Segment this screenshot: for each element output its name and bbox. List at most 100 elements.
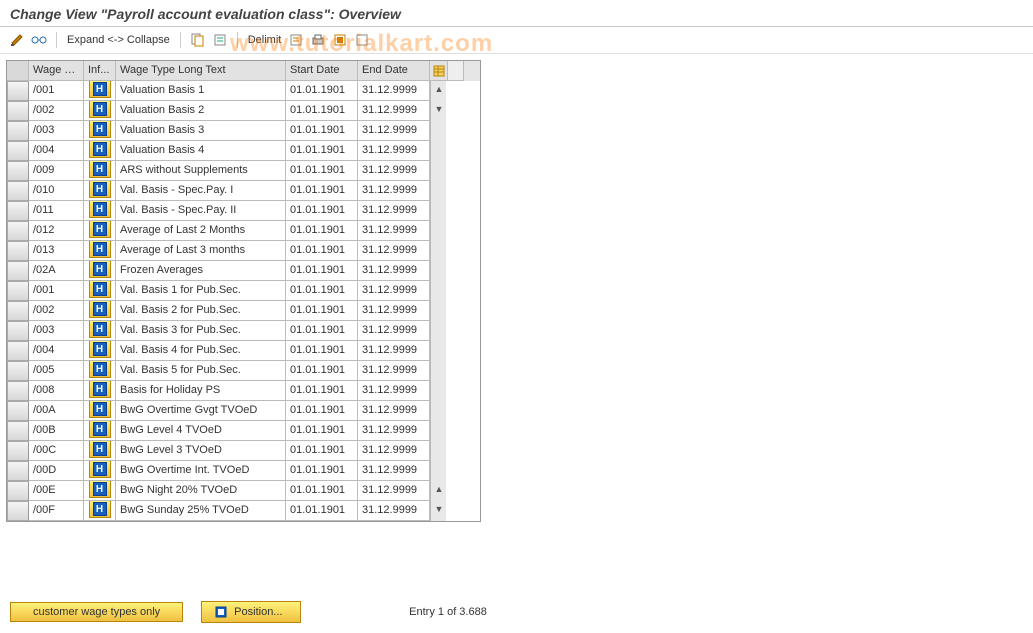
cell-wagetype[interactable]: /013 [29, 241, 84, 261]
cell-longtext[interactable]: Basis for Holiday PS [116, 381, 286, 401]
row-selector[interactable] [7, 161, 29, 181]
cell-startdate[interactable]: 01.01.1901 [286, 341, 358, 361]
change-view-icon[interactable] [8, 31, 26, 49]
cell-startdate[interactable]: 01.01.1901 [286, 101, 358, 121]
cell-enddate[interactable]: 31.12.9999 [358, 361, 430, 381]
cell-longtext[interactable]: Average of Last 2 Months [116, 221, 286, 241]
row-selector[interactable] [7, 301, 29, 321]
cell-enddate[interactable]: 31.12.9999 [358, 181, 430, 201]
col-header-longtext[interactable]: Wage Type Long Text [116, 61, 286, 81]
row-selector[interactable] [7, 281, 29, 301]
row-selector[interactable] [7, 401, 29, 421]
cell-wagetype[interactable]: /00A [29, 401, 84, 421]
cell-startdate[interactable]: 01.01.1901 [286, 201, 358, 221]
cell-wagetype[interactable]: /009 [29, 161, 84, 181]
cell-longtext[interactable]: Valuation Basis 4 [116, 141, 286, 161]
info-button[interactable]: H [89, 381, 111, 398]
cell-enddate[interactable]: 31.12.9999 [358, 341, 430, 361]
cell-wagetype[interactable]: /00B [29, 421, 84, 441]
info-button[interactable]: H [89, 401, 111, 418]
cell-wagetype[interactable]: /004 [29, 341, 84, 361]
col-header-startdate[interactable]: Start Date [286, 61, 358, 81]
cell-wagetype[interactable]: /00F [29, 501, 84, 521]
cell-longtext[interactable]: Val. Basis 2 for Pub.Sec. [116, 301, 286, 321]
cell-longtext[interactable]: BwG Night 20% TVOeD [116, 481, 286, 501]
row-selector[interactable] [7, 381, 29, 401]
cell-startdate[interactable]: 01.01.1901 [286, 81, 358, 101]
customer-wage-types-button[interactable]: customer wage types only [10, 602, 183, 622]
info-button[interactable]: H [89, 221, 111, 238]
row-selector[interactable] [7, 101, 29, 121]
cell-enddate[interactable]: 31.12.9999 [358, 121, 430, 141]
deselect-all-icon[interactable] [353, 31, 371, 49]
cell-enddate[interactable]: 31.12.9999 [358, 141, 430, 161]
cell-enddate[interactable]: 31.12.9999 [358, 441, 430, 461]
col-header-config[interactable] [430, 61, 448, 81]
info-button[interactable]: H [89, 481, 111, 498]
col-header-wagetype[interactable]: Wage Ty... [29, 61, 84, 81]
cell-wagetype[interactable]: /003 [29, 321, 84, 341]
cell-longtext[interactable]: Val. Basis - Spec.Pay. I [116, 181, 286, 201]
cell-wagetype[interactable]: /012 [29, 221, 84, 241]
position-button[interactable]: Position... [201, 601, 301, 623]
cell-wagetype[interactable]: /00C [29, 441, 84, 461]
cell-longtext[interactable]: Val. Basis - Spec.Pay. II [116, 201, 286, 221]
cell-longtext[interactable]: BwG Overtime Gvgt TVOeD [116, 401, 286, 421]
col-header-enddate[interactable]: End Date [358, 61, 430, 81]
row-selector[interactable] [7, 241, 29, 261]
cell-wagetype[interactable]: /02A [29, 261, 84, 281]
cell-longtext[interactable]: ARS without Supplements [116, 161, 286, 181]
print-icon[interactable] [309, 31, 327, 49]
cell-wagetype[interactable]: /002 [29, 301, 84, 321]
cell-startdate[interactable]: 01.01.1901 [286, 501, 358, 521]
cell-enddate[interactable]: 31.12.9999 [358, 221, 430, 241]
cell-enddate[interactable]: 31.12.9999 [358, 401, 430, 421]
row-selector[interactable] [7, 181, 29, 201]
cell-wagetype[interactable]: /00D [29, 461, 84, 481]
cell-longtext[interactable]: Valuation Basis 1 [116, 81, 286, 101]
scroll-down-icon[interactable]: ▼ [431, 501, 447, 517]
cell-longtext[interactable]: BwG Overtime Int. TVOeD [116, 461, 286, 481]
variable-list-icon[interactable] [287, 31, 305, 49]
cell-enddate[interactable]: 31.12.9999 [358, 281, 430, 301]
cell-longtext[interactable]: BwG Level 4 TVOeD [116, 421, 286, 441]
cell-enddate[interactable]: 31.12.9999 [358, 201, 430, 221]
info-button[interactable]: H [89, 501, 111, 518]
info-button[interactable]: H [89, 101, 111, 118]
cell-enddate[interactable]: 31.12.9999 [358, 261, 430, 281]
cell-wagetype[interactable]: /002 [29, 101, 84, 121]
expand-collapse-button[interactable]: Expand <-> Collapse [65, 34, 172, 46]
info-button[interactable]: H [89, 181, 111, 198]
info-button[interactable]: H [89, 301, 111, 318]
row-selector[interactable] [7, 221, 29, 241]
scroll-step-down-icon[interactable]: ▼ [431, 101, 447, 117]
row-selector[interactable] [7, 441, 29, 461]
select-all-icon[interactable] [331, 31, 349, 49]
table-settings-icon[interactable] [433, 65, 445, 77]
cell-wagetype[interactable]: /008 [29, 381, 84, 401]
info-button[interactable]: H [89, 161, 111, 178]
cell-wagetype[interactable]: /001 [29, 281, 84, 301]
row-selector[interactable] [7, 341, 29, 361]
cell-startdate[interactable]: 01.01.1901 [286, 361, 358, 381]
cell-enddate[interactable]: 31.12.9999 [358, 381, 430, 401]
cell-startdate[interactable]: 01.01.1901 [286, 221, 358, 241]
info-button[interactable]: H [89, 241, 111, 258]
scroll-step-up-icon[interactable]: ▲ [431, 481, 447, 497]
cell-enddate[interactable]: 31.12.9999 [358, 421, 430, 441]
row-selector[interactable] [7, 201, 29, 221]
cell-enddate[interactable]: 31.12.9999 [358, 321, 430, 341]
info-button[interactable]: H [89, 321, 111, 338]
cell-longtext[interactable]: Valuation Basis 3 [116, 121, 286, 141]
delimit-button[interactable]: Delimit [246, 34, 284, 46]
cell-startdate[interactable]: 01.01.1901 [286, 181, 358, 201]
cell-longtext[interactable]: BwG Sunday 25% TVOeD [116, 501, 286, 521]
info-button[interactable]: H [89, 141, 111, 158]
cell-startdate[interactable]: 01.01.1901 [286, 401, 358, 421]
col-header-select[interactable] [7, 61, 29, 81]
info-button[interactable]: H [89, 421, 111, 438]
cell-enddate[interactable]: 31.12.9999 [358, 241, 430, 261]
info-button[interactable]: H [89, 281, 111, 298]
col-header-info[interactable]: Inf... [84, 61, 116, 81]
cell-wagetype[interactable]: /001 [29, 81, 84, 101]
